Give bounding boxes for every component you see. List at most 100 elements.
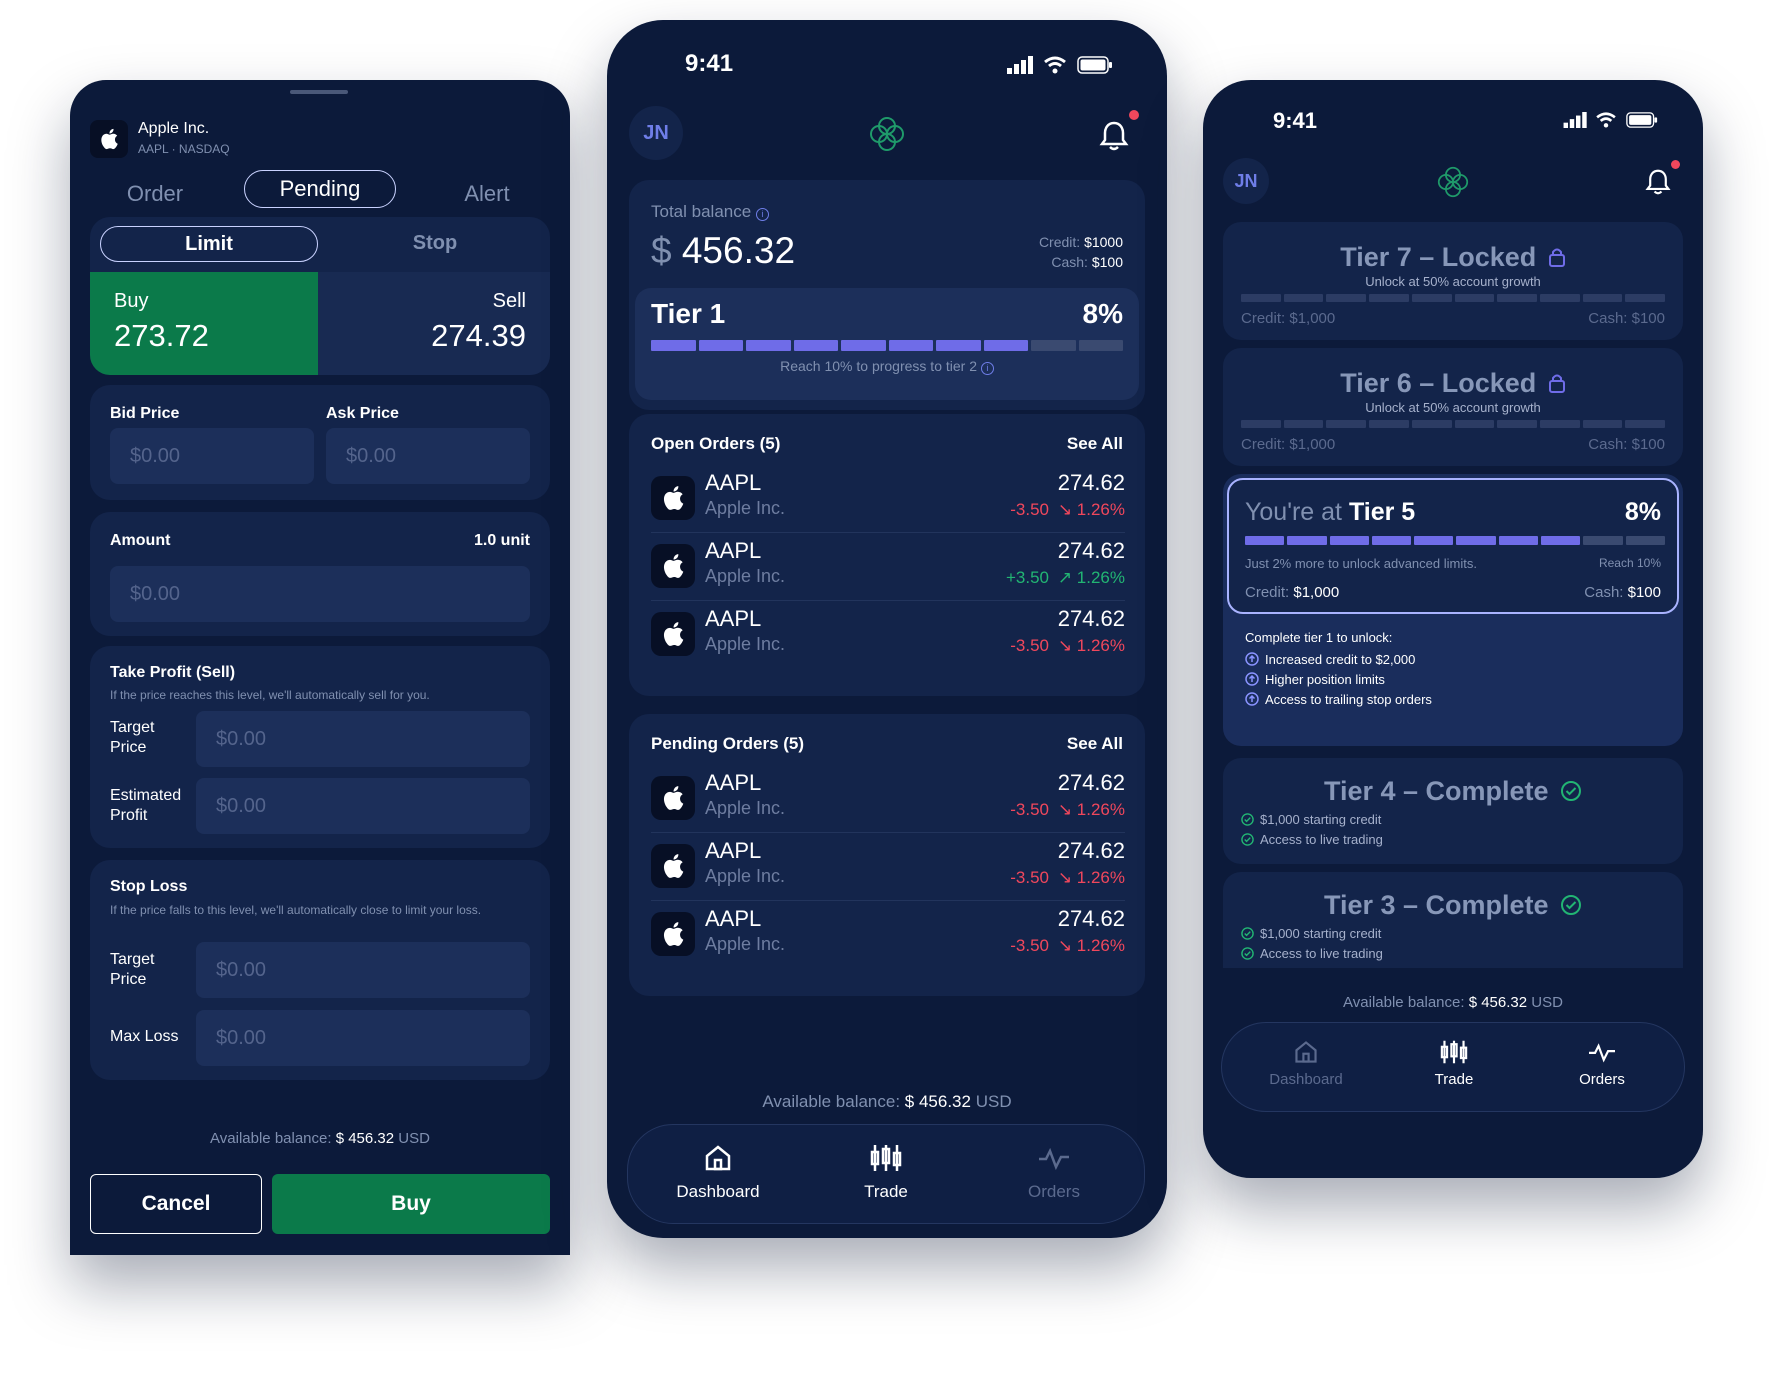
progress-segment: [1625, 420, 1666, 428]
open-orders-see-all[interactable]: See All: [1067, 434, 1123, 454]
current-tier-highlight: You're at Tier 5 8% Just 2% more to unlo…: [1227, 478, 1679, 614]
available-balance-prefix: Available balance:: [1343, 994, 1465, 1011]
estimated-profit-input[interactable]: $0.00: [196, 778, 530, 834]
progress-segment: [1498, 536, 1539, 545]
nav-trade[interactable]: Trade: [1384, 1039, 1524, 1088]
nav-orders-label: Orders: [1028, 1182, 1080, 1201]
progress-segment: [793, 340, 838, 351]
tier-3-card[interactable]: Tier 3 – Complete $1,000 starting credit…: [1223, 872, 1683, 968]
nav-orders[interactable]: Orders: [984, 1143, 1124, 1202]
current-tier-credit: Credit: $1,000: [1245, 584, 1339, 601]
tab-alert[interactable]: Alert: [432, 176, 542, 212]
tier-4-title-text: Tier 4 – Complete: [1323, 776, 1549, 806]
tier-6-credit: Credit: $1,000: [1241, 436, 1336, 453]
wifi-icon: [1044, 56, 1066, 74]
bid-ask-card: Bid Price Ask Price $0.00 $0.00: [90, 385, 550, 500]
available-balance: Available balance: $ 456.32 USD: [70, 1130, 570, 1147]
cash-value: $100: [1091, 254, 1123, 270]
stock-percent: ↘ 1.26%: [1058, 800, 1125, 820]
stock-percent-value: 1.26%: [1076, 800, 1125, 819]
tier-6-cash: Cash: $100: [1588, 436, 1665, 453]
tier-info-icon[interactable]: i: [980, 362, 994, 375]
buy-submit-button[interactable]: Buy: [272, 1174, 550, 1234]
tab-pending[interactable]: Pending: [244, 170, 396, 208]
avatar[interactable]: JN: [1223, 158, 1269, 204]
current-tier-progress-bar: [1245, 536, 1665, 545]
order-row[interactable]: AAPL Apple Inc. 274.62 -3.50 ↘ 1.26%: [651, 836, 1125, 900]
current-tier-cash: Cash: $100: [1584, 584, 1661, 601]
credit-info: Credit: $1000: [1039, 234, 1123, 250]
pending-orders-see-all[interactable]: See All: [1067, 734, 1123, 754]
cancel-button[interactable]: Cancel: [90, 1174, 262, 1234]
trend-up-icon: ↗: [1057, 568, 1073, 587]
ask-price-input[interactable]: $0.00: [326, 428, 530, 484]
stop-loss-title: Stop Loss: [110, 878, 188, 895]
nav-dashboard[interactable]: Dashboard: [1236, 1039, 1376, 1088]
list-item-text: Access to trailing stop orders: [1265, 692, 1432, 707]
tier-progress-card[interactable]: Tier 1 8% Reach 10% to progress to tier …: [635, 288, 1139, 400]
order-type-stop[interactable]: Stop: [330, 226, 540, 262]
buy-quote-button[interactable]: Buy 273.72: [90, 272, 318, 375]
order-row[interactable]: AAPL Apple Inc. 274.62 +3.50 ↗ 1.26%: [651, 536, 1125, 600]
order-row[interactable]: AAPL Apple Inc. 274.62 -3.50 ↘ 1.26%: [651, 604, 1125, 668]
sheet-grabber[interactable]: [290, 90, 348, 94]
list-item-text: Access to live trading: [1260, 946, 1383, 961]
stock-logo: [651, 776, 695, 820]
order-screen: Apple Inc. AAPL · NASDAQ Order Pending A…: [70, 80, 570, 1255]
amount-input[interactable]: $0.00: [110, 566, 530, 622]
unlock-list: Increased credit to $2,000 Higher positio…: [1245, 652, 1432, 712]
info-icon[interactable]: i: [755, 208, 769, 221]
order-row[interactable]: AAPL Apple Inc. 274.62 -3.50 ↘ 1.26%: [651, 468, 1125, 532]
progress-segment: [983, 340, 1028, 351]
wifi-icon: [1596, 112, 1616, 128]
tier-3-title-text: Tier 3 – Complete: [1323, 890, 1549, 920]
list-item: Increased credit to $2,000: [1245, 652, 1432, 667]
nav-trade[interactable]: Trade: [816, 1143, 956, 1202]
current-tier-card[interactable]: You're at Tier 5 8% Just 2% more to unlo…: [1223, 474, 1683, 746]
take-profit-target-input[interactable]: $0.00: [196, 711, 530, 767]
stock-logo: [651, 476, 695, 520]
progress-segment: [1541, 536, 1581, 545]
notification-dot: [1671, 160, 1680, 169]
home-icon: [1295, 1041, 1317, 1063]
tier-7-card[interactable]: Tier 7 – Locked Unlock at 50% account gr…: [1223, 222, 1683, 340]
row-divider: [651, 832, 1125, 833]
take-profit-title: Take Profit (Sell): [110, 664, 236, 681]
max-loss-input[interactable]: $0.00: [196, 1010, 530, 1066]
company-logo: [90, 120, 128, 158]
stock-change: -3.50: [1010, 500, 1049, 519]
notification-bell-icon[interactable]: [1099, 120, 1129, 152]
nav-trade-label: Trade: [1434, 1071, 1474, 1088]
tier-7-title-text: Tier 7 – Locked: [1340, 242, 1537, 272]
tier-progress-bar: [651, 340, 1123, 351]
tab-order[interactable]: Order: [100, 176, 210, 212]
stock-percent-value: 1.26%: [1076, 868, 1125, 887]
current-tier-reach: Reach 10%: [1598, 556, 1661, 570]
company-name: Apple Inc.: [138, 120, 210, 137]
progress-segment: [1625, 294, 1666, 302]
stock-change: -3.50: [1010, 868, 1049, 887]
candlestick-icon: [870, 1145, 902, 1171]
list-item-text: Access to live trading: [1260, 832, 1383, 847]
avatar[interactable]: JN: [629, 106, 683, 160]
stop-loss-target-input[interactable]: $0.00: [196, 942, 530, 998]
order-row[interactable]: AAPL Apple Inc. 274.62 -3.50 ↘ 1.26%: [651, 904, 1125, 968]
order-type-limit[interactable]: Limit: [100, 226, 318, 262]
trend-down-icon: ↘: [1057, 636, 1073, 655]
stock-percent: ↘ 1.26%: [1058, 936, 1125, 956]
current-tier-percent: 8%: [1624, 498, 1661, 526]
list-item: Access to trailing stop orders: [1245, 692, 1432, 707]
progress-segment: [1371, 536, 1412, 545]
tier-4-card[interactable]: Tier 4 – Complete $1,000 starting credit…: [1223, 758, 1683, 864]
sell-quote-button[interactable]: Sell 274.39: [318, 272, 550, 375]
signal-icon: [1007, 56, 1033, 74]
nav-orders[interactable]: Orders: [1532, 1039, 1672, 1088]
bid-price-input[interactable]: $0.00: [110, 428, 314, 484]
tier-6-card[interactable]: Tier 6 – Locked Unlock at 50% account gr…: [1223, 348, 1683, 466]
nav-dashboard[interactable]: Dashboard: [648, 1143, 788, 1202]
progress-segment: [1582, 294, 1623, 302]
buy-quote-label: Buy: [114, 290, 149, 312]
order-row[interactable]: AAPL Apple Inc. 274.62 -3.50 ↘ 1.26%: [651, 768, 1125, 832]
notification-bell-icon[interactable]: [1645, 168, 1671, 196]
total-balance-label: Total balance i: [651, 202, 769, 222]
